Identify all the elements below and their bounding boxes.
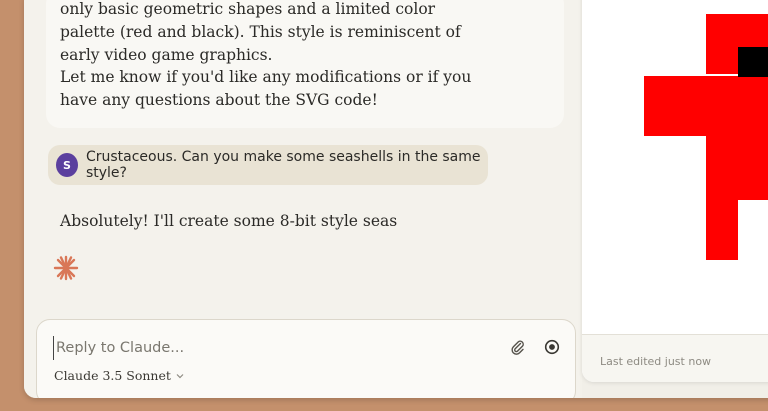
assistant-paragraph-2: Let me know if you'd like any modificati… — [60, 68, 472, 109]
chevron-down-icon — [176, 373, 184, 378]
app-window: The crab is designed in a minimalist 8-b… — [24, 0, 768, 398]
streaming-reply: Absolutely! I'll create some 8-bit style… — [60, 212, 398, 230]
record-button[interactable] — [539, 334, 565, 360]
artifact-panel: Last edited just now — [582, 0, 768, 398]
assistant-message: The crab is designed in a minimalist 8-b… — [46, 0, 564, 128]
artifact-footer: Last edited just now — [582, 334, 768, 382]
avatar: S — [56, 153, 78, 177]
last-edited-text: Last edited just now — [600, 355, 712, 368]
record-icon — [544, 339, 560, 355]
crab-eye — [738, 47, 768, 77]
reply-input[interactable] — [53, 336, 453, 360]
assistant-paragraph-1: The crab is designed in a minimalist 8-b… — [60, 0, 461, 64]
artifact-preview: Last edited just now — [582, 0, 768, 382]
composer: Claude 3.5 Sonnet — [36, 319, 576, 398]
model-label: Claude 3.5 Sonnet — [54, 368, 171, 383]
chat-panel: The crab is designed in a minimalist 8-b… — [24, 0, 580, 398]
pixel-crab-image — [582, 0, 768, 334]
attach-button[interactable] — [505, 334, 531, 360]
user-message: S Crustaceous. Can you make some seashel… — [48, 145, 488, 185]
claude-spark-icon — [53, 255, 79, 281]
model-selector[interactable]: Claude 3.5 Sonnet — [54, 368, 185, 383]
user-message-text: Crustaceous. Can you make some seashells… — [85, 149, 481, 181]
paperclip-icon — [511, 340, 524, 355]
